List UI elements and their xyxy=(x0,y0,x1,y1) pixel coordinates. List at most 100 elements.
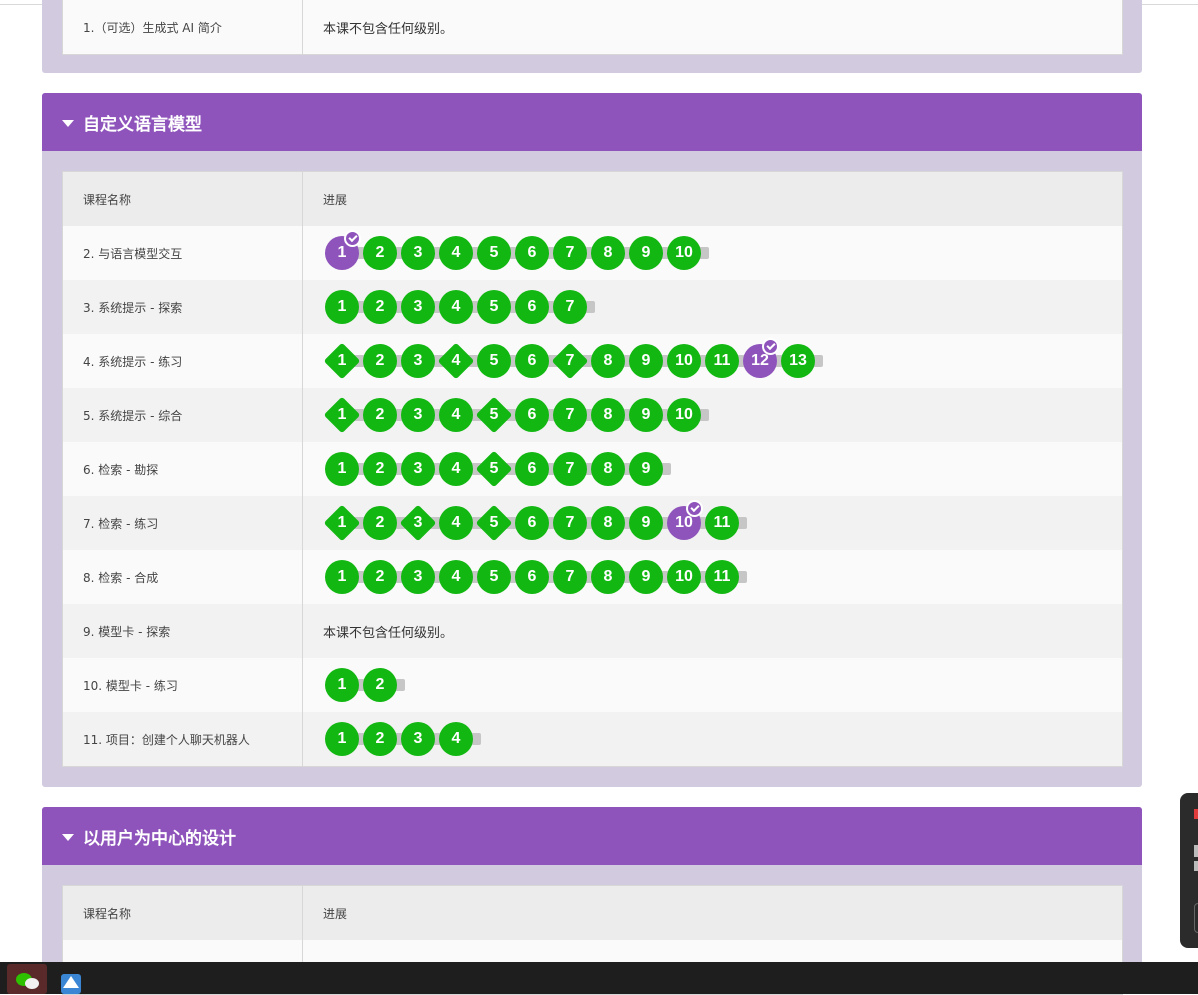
level-diamond[interactable]: 1 xyxy=(323,342,361,380)
level-number: 10 xyxy=(675,352,693,369)
lesson-name[interactable]: 10. 模型卡 - 练习 xyxy=(63,658,303,712)
level-diamond[interactable]: 3 xyxy=(399,504,437,542)
lesson-name[interactable]: 8. 检索 - 合成 xyxy=(63,550,303,604)
level-bubble[interactable]: 2 xyxy=(363,398,397,432)
lesson-name[interactable]: 2. 与语言模型交互 xyxy=(63,226,303,280)
level-bubble[interactable]: 7 xyxy=(553,560,587,594)
level-bubble[interactable]: 2 xyxy=(363,506,397,540)
level-bubble[interactable]: 10 xyxy=(667,500,703,540)
level-bubble[interactable]: 7 xyxy=(553,506,587,540)
level-bubble[interactable]: 10 xyxy=(667,236,701,270)
section-header[interactable]: 以用户为中心的设计 xyxy=(42,807,1142,865)
level-bubble[interactable]: 8 xyxy=(591,452,625,486)
level-bubble[interactable]: 7 xyxy=(553,236,587,270)
col-header-progress: 进展 xyxy=(323,906,348,921)
level-diamond[interactable]: 4 xyxy=(437,342,475,380)
level-bubble[interactable]: 1 xyxy=(325,668,359,702)
level-bubble[interactable]: 4 xyxy=(439,236,473,270)
level-bubble[interactable]: 8 xyxy=(591,236,625,270)
level-bubble[interactable]: 9 xyxy=(629,506,663,540)
level-diamond[interactable]: 5 xyxy=(475,396,513,434)
lesson-name[interactable]: 7. 检索 - 练习 xyxy=(63,496,303,550)
level-bubble[interactable]: 1 xyxy=(325,560,359,594)
level-bubble[interactable]: 4 xyxy=(439,560,473,594)
wechat-icon[interactable] xyxy=(7,964,47,994)
level-bubble[interactable]: 11 xyxy=(705,560,739,594)
level-bubble[interactable]: 2 xyxy=(363,722,397,756)
level-bubble[interactable]: 3 xyxy=(401,452,435,486)
lesson-name[interactable]: 11. 项目：创建个人聊天机器人 xyxy=(63,712,303,766)
level-bubble[interactable]: 3 xyxy=(401,236,435,270)
level-bubble[interactable]: 8 xyxy=(591,506,625,540)
level-bubble[interactable]: 6 xyxy=(515,398,549,432)
level-bubble[interactable]: 5 xyxy=(477,290,511,324)
level-bubble[interactable]: 4 xyxy=(439,290,473,324)
level-bubble[interactable]: 7 xyxy=(553,452,587,486)
level-bubble[interactable]: 1 xyxy=(325,230,361,270)
level-bubble[interactable]: 6 xyxy=(515,290,549,324)
section-header[interactable]: 自定义语言模型 xyxy=(42,93,1142,151)
level-bubble[interactable]: 2 xyxy=(363,290,397,324)
level-bubble[interactable]: 1 xyxy=(325,722,359,756)
level-diamond[interactable]: 1 xyxy=(323,396,361,434)
level-bubble[interactable]: 1 xyxy=(325,452,359,486)
level-bubble[interactable]: 3 xyxy=(401,398,435,432)
level-bubble[interactable]: 4 xyxy=(439,722,473,756)
level-bubble[interactable]: 1 xyxy=(325,290,359,324)
level-bubble[interactable]: 12 xyxy=(743,338,779,378)
level-bubble[interactable]: 3 xyxy=(401,560,435,594)
level-bubble[interactable]: 6 xyxy=(515,236,549,270)
level-bubble[interactable]: 8 xyxy=(591,560,625,594)
level-bubble[interactable]: 2 xyxy=(363,344,397,378)
level-bubble[interactable]: 2 xyxy=(363,452,397,486)
level-diamond[interactable]: 5 xyxy=(475,504,513,542)
level-bubble[interactable]: 10 xyxy=(667,560,701,594)
level-bubble[interactable]: 11 xyxy=(705,506,739,540)
level-bubble[interactable]: 2 xyxy=(363,236,397,270)
lesson-name[interactable]: 5. 系统提示 - 综合 xyxy=(63,388,303,442)
level-bubble[interactable]: 6 xyxy=(515,506,549,540)
level-number: 8 xyxy=(603,406,613,423)
level-diamond[interactable]: 5 xyxy=(475,450,513,488)
level-bubble[interactable]: 9 xyxy=(629,344,663,378)
level-bubble[interactable]: 6 xyxy=(515,560,549,594)
notification-popup[interactable] xyxy=(1180,793,1198,948)
level-bubble[interactable]: 7 xyxy=(553,398,587,432)
lesson-name[interactable]: 6. 检索 - 勘探 xyxy=(63,442,303,496)
level-bubble[interactable]: 4 xyxy=(439,398,473,432)
level-bubble[interactable]: 4 xyxy=(439,506,473,540)
level-bubble[interactable]: 9 xyxy=(629,236,663,270)
lesson-name[interactable]: 4. 系统提示 - 练习 xyxy=(63,334,303,388)
level-bubble[interactable]: 9 xyxy=(629,452,663,486)
lesson-name[interactable]: 9. 模型卡 - 探索 xyxy=(63,604,303,658)
level-diamond[interactable]: 1 xyxy=(323,504,361,542)
level-bubble[interactable]: 5 xyxy=(477,236,511,270)
level-bubble[interactable]: 7 xyxy=(553,290,587,324)
col-header-progress: 进展 xyxy=(323,192,348,207)
level-bubble[interactable]: 6 xyxy=(515,344,549,378)
level-bubble[interactable]: 8 xyxy=(591,398,625,432)
lesson-name[interactable]: 3. 系统提示 - 探索 xyxy=(63,280,303,334)
level-bubble[interactable]: 3 xyxy=(401,290,435,324)
level-bubble[interactable]: 2 xyxy=(363,668,397,702)
notification-button[interactable] xyxy=(1194,903,1198,933)
level-bubble[interactable]: 10 xyxy=(667,398,701,432)
level-bubble[interactable]: 6 xyxy=(515,452,549,486)
table-row: 2. 与语言模型交互 1 2 3 4 5 6 7 8 9 10 xyxy=(63,226,1122,280)
level-bubble[interactable]: 11 xyxy=(705,344,739,378)
level-bubble[interactable]: 13 xyxy=(781,344,815,378)
level-bubble[interactable]: 8 xyxy=(591,344,625,378)
level-bubble[interactable]: 5 xyxy=(477,560,511,594)
level-bubble[interactable]: 9 xyxy=(629,398,663,432)
level-bubble[interactable]: 3 xyxy=(401,344,435,378)
level-bubble[interactable]: 9 xyxy=(629,560,663,594)
image-app-icon[interactable] xyxy=(55,964,95,994)
lesson-name[interactable]: 1.（可选）生成式 AI 简介 xyxy=(63,0,303,54)
level-bubble[interactable]: 5 xyxy=(477,344,511,378)
level-bubble[interactable]: 3 xyxy=(401,722,435,756)
level-bubble[interactable]: 2 xyxy=(363,560,397,594)
level-bubble[interactable]: 10 xyxy=(667,344,701,378)
level-bubble[interactable]: 4 xyxy=(439,452,473,486)
level-diamond[interactable]: 7 xyxy=(551,342,589,380)
level-number: 1 xyxy=(337,676,347,693)
